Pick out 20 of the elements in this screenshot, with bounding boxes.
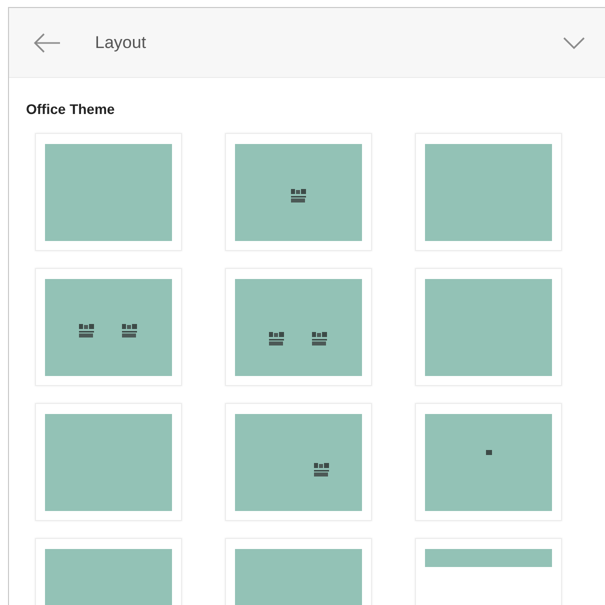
- text-glyph-icon: [312, 332, 328, 346]
- text-glyph-icon: [314, 463, 330, 477]
- layout-option[interactable]: [35, 268, 182, 386]
- layout-option[interactable]: [415, 403, 562, 521]
- text-glyph-icon: [268, 332, 285, 346]
- layout-option[interactable]: [225, 268, 372, 386]
- layout-option[interactable]: [35, 133, 182, 251]
- layout-option[interactable]: [415, 133, 562, 251]
- layout-option[interactable]: [35, 403, 182, 521]
- header-title: Layout: [95, 32, 146, 54]
- mark-icon: [486, 450, 492, 454]
- layout-option[interactable]: [225, 403, 372, 521]
- layout-option[interactable]: [415, 268, 562, 386]
- back-icon[interactable]: [33, 32, 61, 52]
- text-glyph-icon: [78, 324, 95, 338]
- section-title: Office Theme: [26, 100, 116, 119]
- chevron-down-icon[interactable]: [563, 36, 585, 50]
- text-glyph-icon: [290, 189, 306, 203]
- text-glyph-icon: [122, 324, 138, 338]
- layout-option[interactable]: [225, 133, 372, 251]
